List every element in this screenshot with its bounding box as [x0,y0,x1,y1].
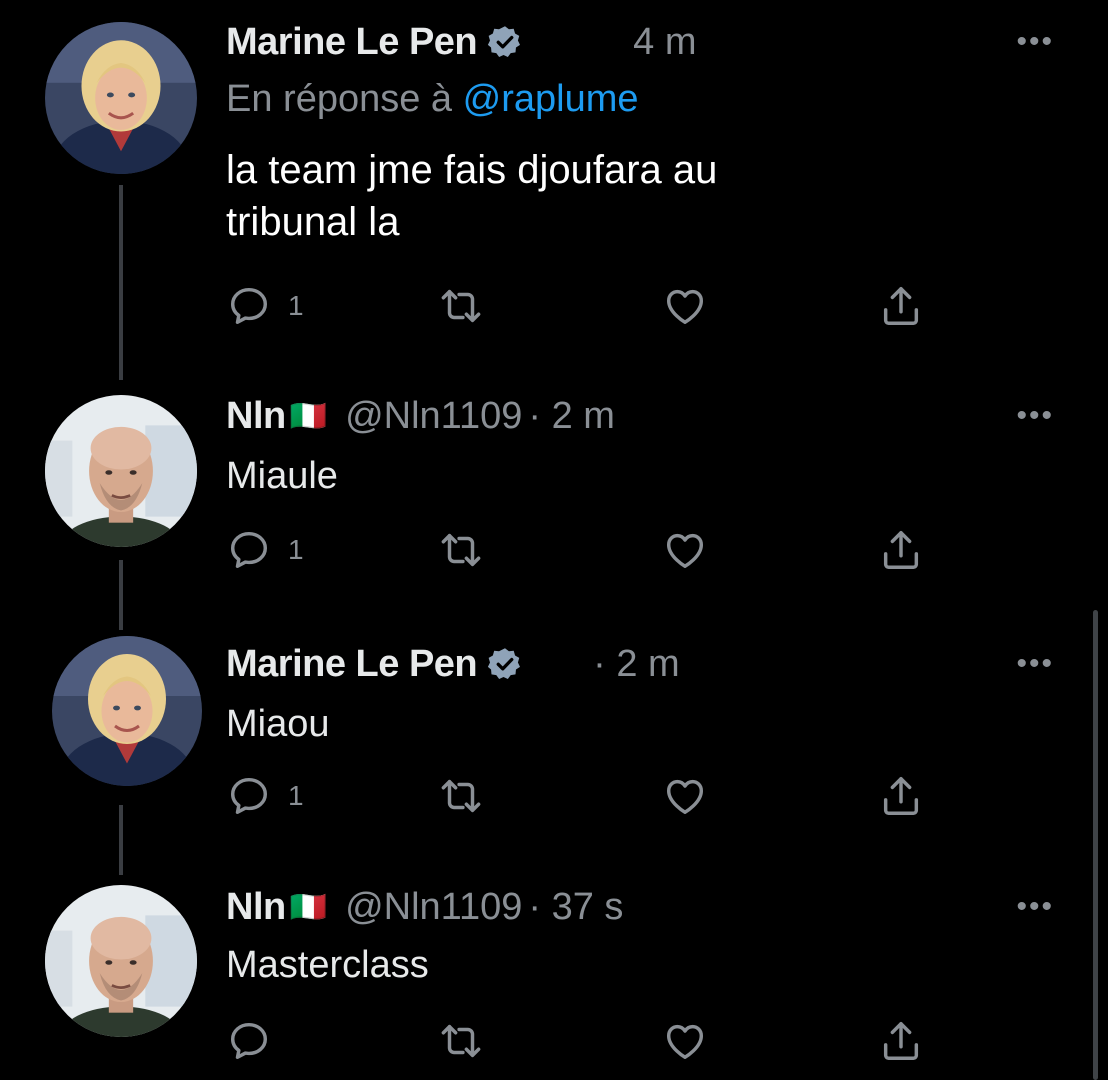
heart-icon [662,527,708,573]
reply-count: 1 [288,534,304,565]
timestamp[interactable]: · 37 s [528,886,623,929]
timestamp[interactable]: 4 m [633,21,696,64]
like-button[interactable] [662,773,708,819]
tweet-text: Masterclass [226,944,429,986]
author-name[interactable]: Nln [226,395,286,438]
author-name[interactable]: Nln [226,886,286,929]
tweet-text: Miaule [226,455,338,497]
avatar[interactable] [52,636,202,786]
verified-badge-icon [487,646,523,682]
tweet-header: Nln 🇮🇹 @Nln1109 · 2 m [226,394,615,438]
share-button[interactable] [878,283,924,329]
reply-prefix: En réponse à [226,78,453,120]
reply-button[interactable]: 1 [226,527,304,573]
like-button[interactable] [662,527,708,573]
avatar[interactable] [45,395,197,547]
heart-icon [662,283,708,329]
retweet-button[interactable] [438,527,484,573]
share-icon [878,773,924,819]
tweet-text: Miaou [226,703,330,745]
share-button[interactable] [878,527,924,573]
avatar[interactable] [45,22,197,174]
timestamp[interactable]: · 2 m [593,643,680,686]
tweet-actions: 1 [226,773,946,823]
reply-button[interactable]: 1 [226,773,304,819]
retweet-button[interactable] [438,283,484,329]
more-icon[interactable]: ••• [1016,892,1054,922]
reply-icon [226,527,272,573]
timestamp[interactable]: · 2 m [528,395,615,438]
heart-icon [662,773,708,819]
reply-button[interactable] [226,1018,272,1064]
retweet-icon [438,527,484,573]
retweet-icon [438,773,484,819]
verified-badge-icon [487,24,523,60]
like-button[interactable] [662,1018,708,1064]
author-handle[interactable]: @Nln1109 [345,886,522,929]
replying-to: En réponse à @raplume [226,78,639,121]
scrollbar[interactable] [1093,610,1098,1080]
reply-count: 1 [288,290,304,321]
tweet-header: Nln 🇮🇹 @Nln1109 · 37 s [226,885,623,929]
more-icon[interactable]: ••• [1016,401,1054,431]
retweet-button[interactable] [438,1018,484,1064]
retweet-icon [438,283,484,329]
tweet[interactable]: Nln 🇮🇹 @Nln1109 · 2 m ••• Miaule 1 [0,380,1108,630]
reply-icon [226,773,272,819]
more-icon[interactable]: ••• [1016,649,1054,679]
share-button[interactable] [878,1018,924,1064]
author-handle[interactable]: @Nln1109 [345,395,522,438]
tweet[interactable]: Marine Le Pen 4 m ••• En réponse à @rapl… [0,0,1108,380]
flag-icon: 🇮🇹 [289,890,328,924]
heart-icon [662,1018,708,1064]
share-icon [878,527,924,573]
tweet[interactable]: Nln 🇮🇹 @Nln1109 · 37 s ••• Masterclass [0,875,1108,1080]
reply-icon [226,1018,272,1064]
author-name[interactable]: Marine Le Pen [226,21,478,64]
more-icon[interactable]: ••• [1016,27,1054,57]
reply-button[interactable]: 1 [226,283,304,329]
share-icon [878,283,924,329]
tweet-header: Marine Le Pen · 2 m [226,642,680,686]
tweet-actions: 1 [226,527,946,577]
share-button[interactable] [878,773,924,819]
retweet-button[interactable] [438,773,484,819]
tweet-header: Marine Le Pen 4 m [226,20,697,64]
reply-count: 1 [288,780,304,811]
tweet-actions [226,1018,946,1068]
tweet[interactable]: Marine Le Pen · 2 m ••• Miaou 1 [0,630,1108,875]
tweet-text-line: tribunal la [226,200,400,244]
flag-icon: 🇮🇹 [289,399,328,433]
tweet-actions: 1 [226,283,946,333]
avatar[interactable] [45,885,197,1037]
reply-icon [226,283,272,329]
tweet-text-line: la team jme fais djoufara au [226,148,718,192]
share-icon [878,1018,924,1064]
like-button[interactable] [662,283,708,329]
mention-link[interactable]: @raplume [463,78,639,120]
tweet-text: la team jme fais djoufara au tribunal la [226,144,717,248]
retweet-icon [438,1018,484,1064]
author-name[interactable]: Marine Le Pen [226,643,478,686]
